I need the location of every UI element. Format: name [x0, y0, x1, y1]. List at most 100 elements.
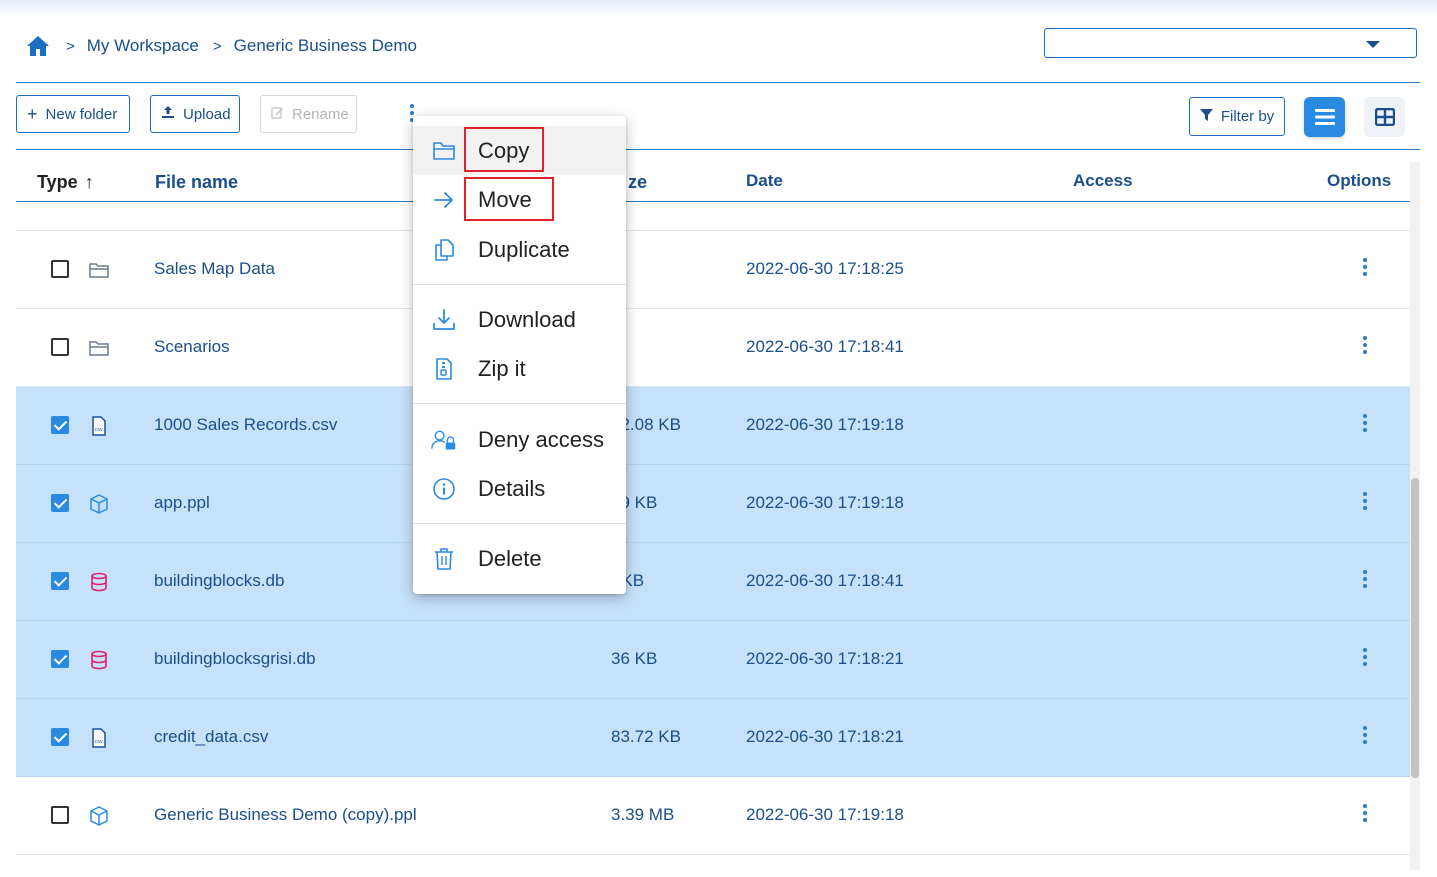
- home-icon[interactable]: [26, 35, 52, 57]
- file-name[interactable]: Sales Map Data: [154, 259, 275, 279]
- cube-icon: [88, 493, 110, 515]
- row-checkbox[interactable]: [51, 416, 69, 434]
- table-row-partial: [16, 202, 1410, 231]
- table-row[interactable]: Sales Map Data 2022-06-30 17:18:25: [16, 231, 1410, 309]
- file-name[interactable]: buildingblocks.db: [154, 571, 284, 591]
- grid-view-button[interactable]: [1364, 97, 1405, 137]
- top-shadow: [0, 0, 1437, 18]
- row-options-icon[interactable]: [1359, 414, 1371, 438]
- row-checkbox[interactable]: [51, 806, 69, 824]
- list-icon: [1314, 109, 1335, 125]
- row-options-icon[interactable]: [1359, 570, 1371, 594]
- breadcrumb-current[interactable]: Generic Business Demo: [234, 36, 417, 56]
- file-date: 2022-06-30 17:19:18: [746, 493, 904, 512]
- header-type[interactable]: Type ↑: [37, 172, 94, 193]
- file-date: 2022-06-30 17:19:18: [746, 415, 904, 434]
- rename-label: Rename: [292, 105, 349, 123]
- database-icon: [88, 571, 110, 593]
- header-type-label: Type: [37, 172, 78, 192]
- menu-item-label: Duplicate: [478, 236, 570, 262]
- workspace-select[interactable]: [1044, 28, 1417, 58]
- row-checkbox[interactable]: [51, 650, 69, 668]
- row-checkbox[interactable]: [51, 338, 69, 356]
- download-icon: [431, 307, 457, 333]
- breadcrumb-separator: >: [212, 37, 222, 55]
- header-date[interactable]: Date: [746, 171, 783, 191]
- file-table-body: Sales Map Data 2022-06-30 17:18:25 Scena…: [16, 202, 1410, 877]
- info-icon: [431, 476, 457, 502]
- folder-icon: [431, 138, 457, 164]
- menu-item-download[interactable]: Download: [413, 295, 626, 344]
- table-row[interactable]: app.ppl 29 KB 2022-06-30 17:19:18: [16, 465, 1410, 543]
- menu-item-details[interactable]: Details: [413, 464, 626, 513]
- menu-item-label: Download: [478, 306, 576, 332]
- row-checkbox[interactable]: [51, 494, 69, 512]
- edit-icon: [271, 106, 284, 123]
- header-access[interactable]: Access: [1073, 171, 1133, 191]
- grid-icon: [1374, 108, 1395, 126]
- filter-button[interactable]: Filter by: [1189, 97, 1285, 136]
- filter-icon: [1199, 108, 1213, 125]
- row-options-icon[interactable]: [1359, 258, 1371, 282]
- header-size[interactable]: ze: [628, 172, 647, 193]
- user-lock-icon: [431, 427, 457, 453]
- file-size: 36 KB: [611, 649, 658, 668]
- row-checkbox[interactable]: [51, 260, 69, 278]
- cube-icon: [88, 805, 110, 827]
- table-row[interactable]: csv 1000 Sales Records.csv 22.08 KB 2022…: [16, 387, 1410, 465]
- highlight-box-move: [464, 177, 554, 221]
- folder-icon: [88, 337, 110, 359]
- upload-icon: [161, 105, 175, 123]
- breadcrumb: > My Workspace > Generic Business Demo: [26, 33, 417, 59]
- menu-divider: [413, 284, 626, 285]
- chevron-down-icon: [1366, 41, 1380, 48]
- file-name[interactable]: Generic Business Demo (copy).ppl: [154, 805, 417, 825]
- menu-item-label: Zip it: [478, 355, 526, 381]
- table-row[interactable]: Scenarios 2022-06-30 17:18:41: [16, 309, 1410, 387]
- list-view-button[interactable]: [1304, 97, 1345, 137]
- menu-item-label: Details: [478, 475, 546, 501]
- rename-button[interactable]: Rename: [260, 95, 357, 133]
- file-name[interactable]: 1000 Sales Records.csv: [154, 415, 337, 435]
- file-date: 2022-06-30 17:18:25: [746, 259, 904, 278]
- row-checkbox[interactable]: [51, 572, 69, 590]
- row-options-icon[interactable]: [1359, 648, 1371, 672]
- csv-file-icon: csv: [88, 727, 110, 749]
- svg-text:csv: csv: [95, 427, 103, 433]
- breadcrumb-my-workspace[interactable]: My Workspace: [87, 36, 199, 56]
- breadcrumb-separator: >: [66, 37, 75, 55]
- menu-item-deny-access[interactable]: Deny access: [413, 415, 626, 464]
- file-name[interactable]: buildingblocksgrisi.db: [154, 649, 316, 669]
- file-date: 2022-06-30 17:19:18: [746, 805, 904, 824]
- new-folder-button[interactable]: + New folder: [16, 95, 130, 133]
- filter-label: Filter by: [1220, 108, 1275, 125]
- row-checkbox[interactable]: [51, 728, 69, 746]
- row-options-icon[interactable]: [1359, 804, 1371, 828]
- header-file-name[interactable]: File name: [155, 172, 238, 193]
- table-row[interactable]: buildingblocks.db ) KB 2022-06-30 17:18:…: [16, 543, 1410, 621]
- upload-button[interactable]: Upload: [150, 95, 240, 133]
- database-icon: [88, 649, 110, 671]
- file-size: 3.39 MB: [611, 805, 675, 824]
- file-name[interactable]: app.ppl: [154, 493, 210, 513]
- row-options-icon[interactable]: [1359, 492, 1371, 516]
- sort-ascending-icon: ↑: [84, 172, 94, 192]
- divider: [16, 82, 1420, 83]
- table-row[interactable]: csv credit_data.csv 83.72 KB 2022-06-30 …: [16, 699, 1410, 777]
- scrollbar-thumb[interactable]: [1411, 478, 1419, 778]
- row-options-icon[interactable]: [1359, 726, 1371, 750]
- menu-item-delete[interactable]: Delete: [413, 534, 626, 583]
- menu-item-duplicate[interactable]: Duplicate: [413, 225, 626, 274]
- table-row[interactable]: Generic Business Demo (copy).ppl 3.39 MB…: [16, 777, 1410, 855]
- file-date: 2022-06-30 17:18:21: [746, 727, 904, 746]
- row-options-icon[interactable]: [1359, 336, 1371, 360]
- menu-divider: [413, 523, 626, 524]
- file-name[interactable]: credit_data.csv: [154, 727, 268, 747]
- file-date: 2022-06-30 17:18:21: [746, 649, 904, 668]
- menu-item-zip[interactable]: Zip it: [413, 344, 626, 393]
- header-options[interactable]: Options: [1327, 171, 1391, 191]
- folder-icon: [88, 259, 110, 281]
- file-size: 83.72 KB: [611, 727, 681, 746]
- table-row[interactable]: buildingblocksgrisi.db 36 KB 2022-06-30 …: [16, 621, 1410, 699]
- file-name[interactable]: Scenarios: [154, 337, 230, 357]
